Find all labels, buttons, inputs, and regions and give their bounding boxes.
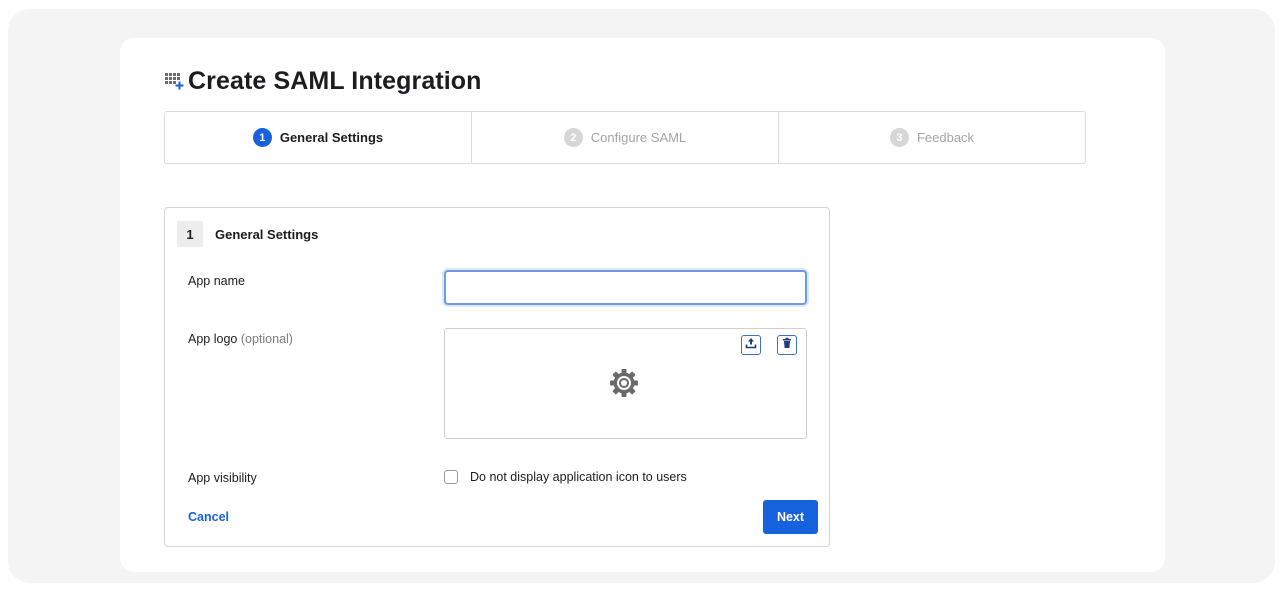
hide-icon-checkbox-label[interactable]: Do not display application icon to users <box>470 470 687 484</box>
section-header: 1 General Settings <box>177 221 318 247</box>
step-general-settings[interactable]: 1 General Settings <box>165 112 472 163</box>
next-button[interactable]: Next <box>763 500 818 534</box>
step-feedback[interactable]: 3 Feedback <box>779 112 1085 163</box>
app-name-input[interactable] <box>444 270 807 305</box>
app-logo-dropzone[interactable] <box>444 328 807 439</box>
app-logo-label-text: App logo <box>188 332 238 346</box>
upload-logo-button[interactable] <box>741 335 761 355</box>
upload-icon <box>745 336 757 354</box>
hide-icon-checkbox[interactable] <box>444 470 458 484</box>
step-number: 3 <box>889 128 909 147</box>
delete-logo-button[interactable] <box>777 335 797 355</box>
step-label: Feedback <box>916 130 975 145</box>
page-header: Create SAML Integration <box>164 64 482 98</box>
section-title: General Settings <box>215 226 319 242</box>
app-logo-label: App logo (optional) <box>188 332 293 346</box>
trash-icon <box>781 336 793 354</box>
step-number: 1 <box>252 128 272 147</box>
step-configure-saml[interactable]: 2 Configure SAML <box>472 112 779 163</box>
wizard-stepper: 1 General Settings 2 Configure SAML 3 Fe… <box>164 111 1086 164</box>
app-visibility-label: App visibility <box>188 471 257 485</box>
page-title: Create SAML Integration <box>188 66 482 95</box>
step-number: 2 <box>563 128 583 147</box>
grid-plus-icon <box>164 70 186 92</box>
visibility-option: Do not display application icon to users <box>444 470 687 484</box>
gear-icon <box>608 367 640 399</box>
app-name-label: App name <box>188 274 245 288</box>
step-label: General Settings <box>279 130 384 145</box>
general-settings-panel: 1 General Settings App name App logo (op… <box>164 207 830 547</box>
optional-hint: (optional) <box>240 332 293 346</box>
step-label: Configure SAML <box>590 130 687 145</box>
cancel-link[interactable]: Cancel <box>188 510 229 524</box>
section-number: 1 <box>177 221 203 247</box>
